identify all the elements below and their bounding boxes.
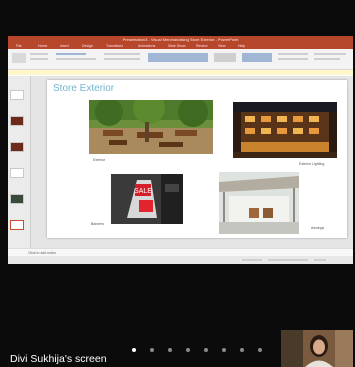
ribbon-control[interactable] xyxy=(30,58,48,60)
shape-outline[interactable] xyxy=(278,58,308,60)
window-title: Presentation3 - Visual Merchandising Sto… xyxy=(8,36,353,43)
caption-awnings: Awnings xyxy=(311,226,325,230)
caption-banners: Banners xyxy=(91,222,105,226)
slide-editor: Store Exterior Exterior Exterior Lightin… xyxy=(31,76,353,248)
awnings-image[interactable] xyxy=(219,172,299,234)
banners-image[interactable]: SALE xyxy=(111,174,183,224)
arrange-button[interactable] xyxy=(214,53,236,62)
slide-thumbnail-selected[interactable] xyxy=(10,220,24,230)
ribbon xyxy=(8,49,353,70)
view-buttons[interactable] xyxy=(242,259,262,261)
page-dot[interactable] xyxy=(240,348,244,352)
screen-share-label: Divi Sukhija's screen xyxy=(10,353,107,365)
slide-thumbnail[interactable] xyxy=(10,168,24,178)
editing-controls[interactable] xyxy=(314,53,346,55)
page-dot[interactable] xyxy=(204,348,208,352)
page-dot[interactable] xyxy=(150,348,154,352)
page-dot[interactable] xyxy=(168,348,172,352)
paragraph-controls[interactable] xyxy=(104,53,140,55)
slide-thumbnail[interactable] xyxy=(10,116,24,126)
page-dot[interactable] xyxy=(186,348,190,352)
paragraph-controls[interactable] xyxy=(104,58,140,60)
shapes-gallery[interactable] xyxy=(148,53,208,62)
page-indicator xyxy=(132,348,272,354)
svg-text:SALE: SALE xyxy=(134,188,152,195)
slide-thumbnail[interactable] xyxy=(10,194,24,204)
caption-exterior: Exterior xyxy=(93,158,106,162)
exterior-lighting-image[interactable] xyxy=(233,102,337,158)
zoom-slider[interactable] xyxy=(268,259,308,261)
editing-controls[interactable] xyxy=(314,58,340,60)
shape-fill[interactable] xyxy=(278,53,308,55)
slide-thumbnail[interactable] xyxy=(10,142,24,152)
exterior-image[interactable] xyxy=(89,100,213,154)
quick-styles[interactable] xyxy=(242,53,272,62)
caption-exterior-lighting: Exterior Lighting xyxy=(299,162,325,166)
ribbon-control[interactable] xyxy=(30,53,48,55)
page-dot[interactable] xyxy=(132,348,136,352)
page-dot[interactable] xyxy=(258,348,262,352)
slide-thumbnail[interactable] xyxy=(10,90,24,100)
status-bar xyxy=(8,256,353,264)
notification-bar xyxy=(8,70,353,75)
shared-screen: Presentation3 - Visual Merchandising Sto… xyxy=(8,36,353,264)
page-dot[interactable] xyxy=(222,348,226,352)
slide[interactable]: Store Exterior Exterior Exterior Lightin… xyxy=(47,80,347,238)
slide-title[interactable]: Store Exterior xyxy=(53,83,253,97)
zoom-level[interactable] xyxy=(314,259,326,261)
font-format-controls[interactable] xyxy=(56,58,96,60)
font-selector[interactable] xyxy=(56,53,86,55)
slide-thumbnails xyxy=(8,76,31,248)
paste-button[interactable] xyxy=(12,53,26,63)
notes-pane[interactable]: Click to add notes xyxy=(8,248,353,256)
participant-video-tile[interactable] xyxy=(281,330,353,367)
